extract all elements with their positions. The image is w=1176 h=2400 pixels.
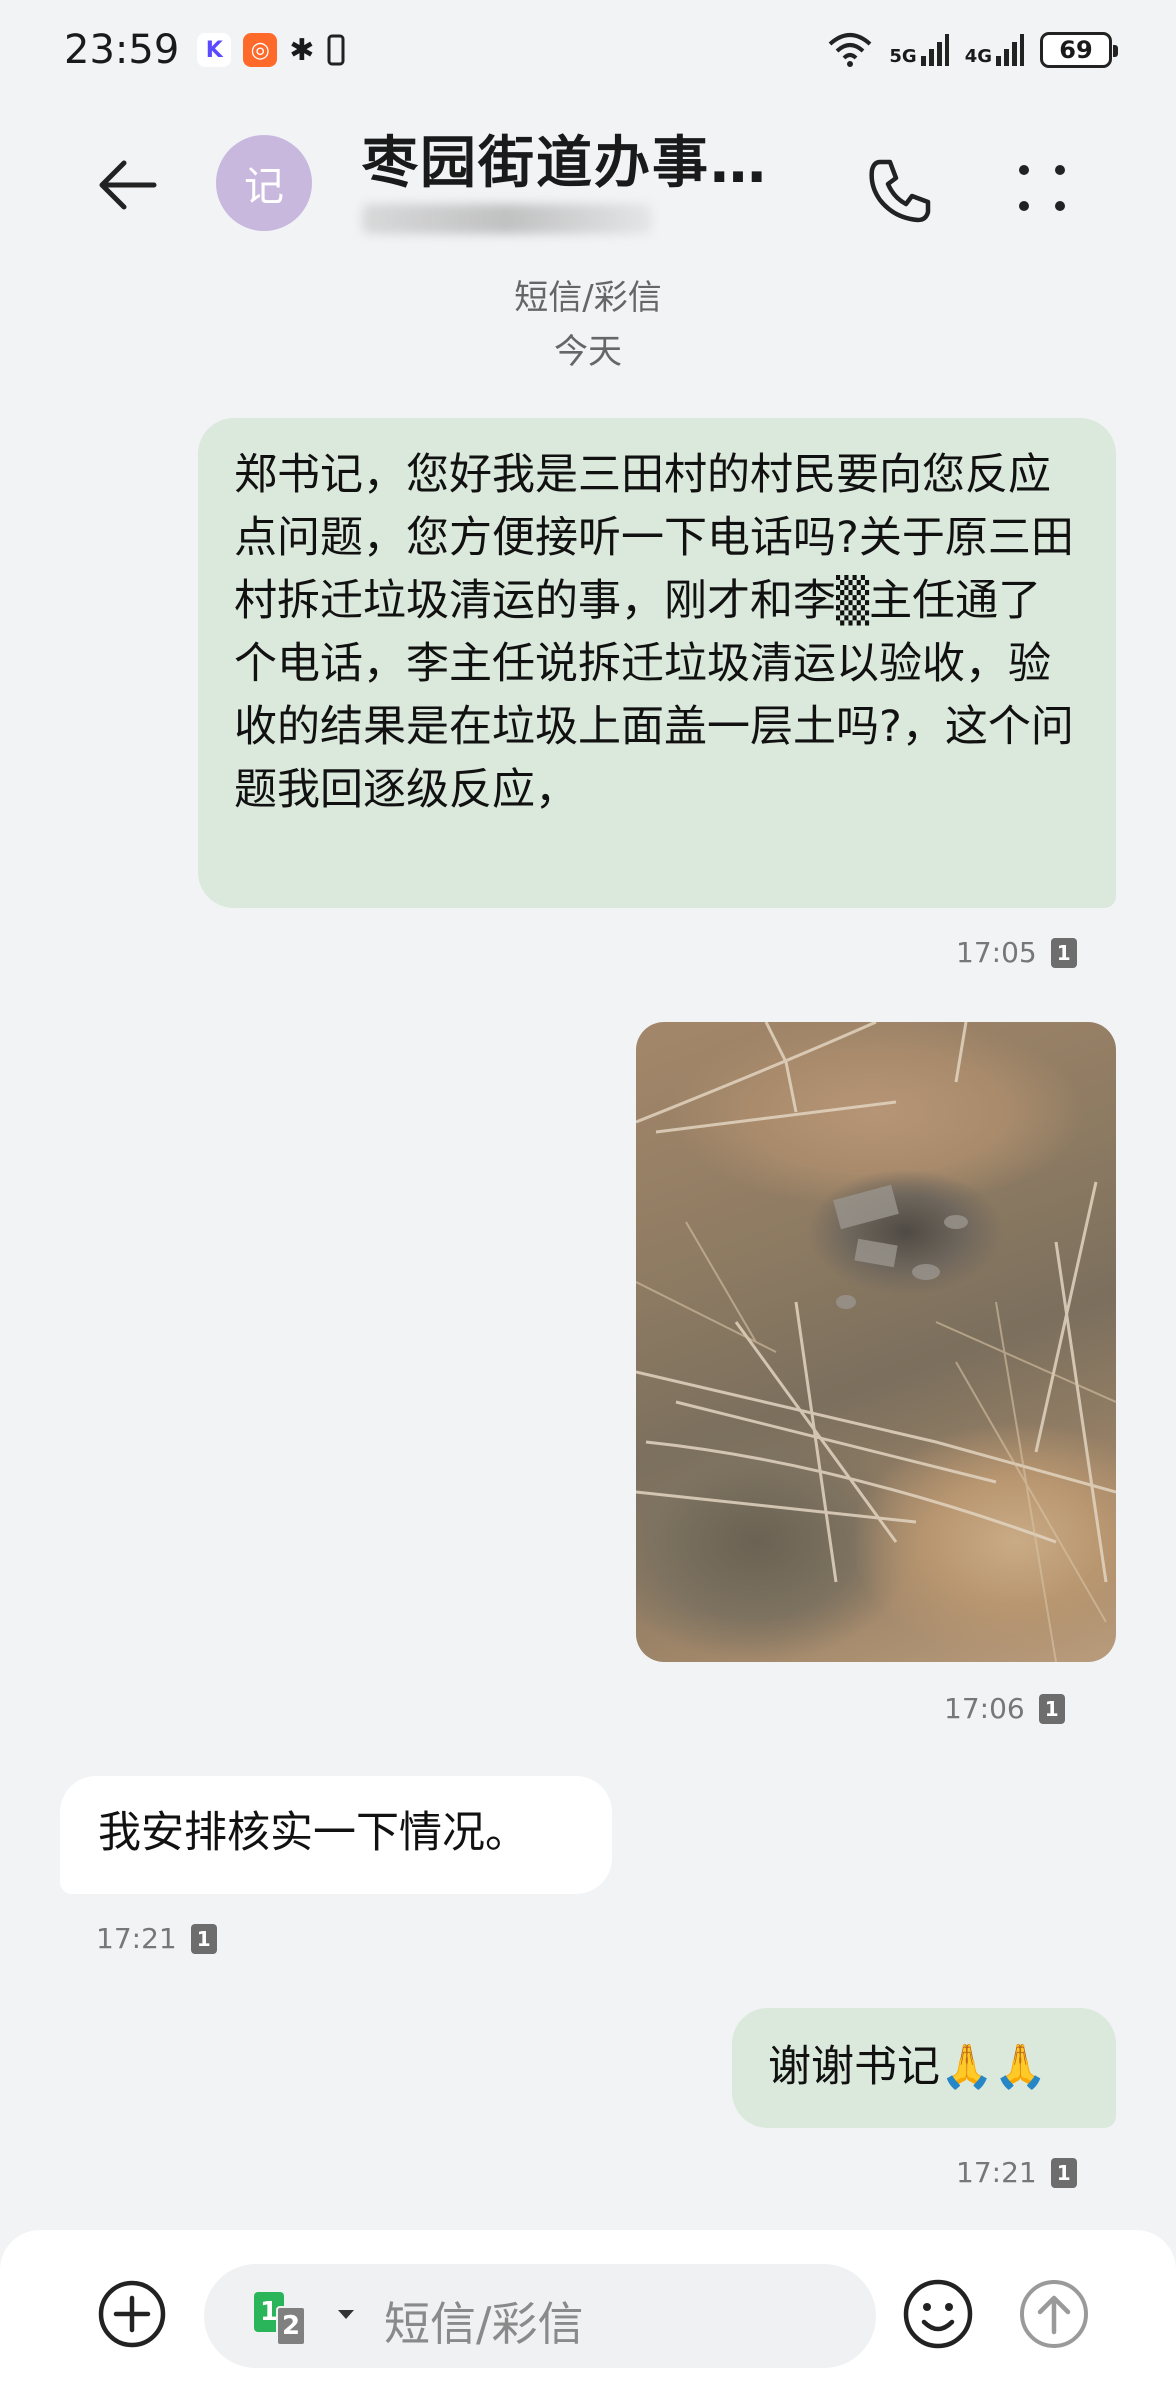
signal-bars-icon: [920, 34, 949, 66]
date-divider: 今天: [554, 332, 622, 372]
send-icon[interactable]: [1014, 2274, 1094, 2354]
input-placeholder: 短信/彩信: [384, 2297, 584, 2351]
app-k-icon: K: [197, 33, 232, 67]
dropdown-caret-icon: [338, 2310, 354, 2319]
message-text: 我安排核实一下情况。: [98, 1808, 528, 1858]
signal-bars-icon: [996, 34, 1024, 66]
timestamp-text: 17:06: [944, 1692, 1025, 1725]
battery-level: 69: [1059, 36, 1093, 64]
sim-card-icon: 1: [190, 1923, 217, 1954]
vibrate-icon: [327, 34, 345, 66]
message-text: 郑书记，您好我是三田村的村民要向您反应点问题，您方便接听一下电话吗?关于原三田村…: [234, 450, 1074, 815]
conversation-header: 记 枣园街道办事…: [0, 100, 1176, 260]
contact-name[interactable]: 枣园街道办事…: [362, 118, 768, 199]
signal-5g: 5G: [889, 34, 949, 67]
sim-card-icon: 1: [1038, 1693, 1065, 1724]
bluetooth-icon: ✱: [289, 32, 315, 68]
battery-indicator: 69: [1040, 32, 1118, 68]
sim-2-icon: 2: [276, 2306, 306, 2346]
message-timestamp: 17:06 1: [944, 1692, 1065, 1725]
avatar[interactable]: 记: [216, 135, 312, 231]
notification-icons: K ◎ ✱: [197, 33, 346, 68]
outgoing-message-bubble[interactable]: 谢谢书记🙏🙏: [732, 2008, 1116, 2128]
image-attachment[interactable]: [636, 1022, 1116, 1662]
sim-selector[interactable]: 1 2: [254, 2292, 364, 2346]
outgoing-message-bubble[interactable]: 郑书记，您好我是三田村的村民要向您反应点问题，您方便接听一下电话吗?关于原三田村…: [198, 418, 1116, 908]
message-text: 谢谢书记🙏🙏: [768, 2042, 1048, 2092]
sim-card-icon: 1: [1050, 937, 1077, 968]
timestamp-text: 17:21: [956, 2156, 1037, 2189]
emoji-icon[interactable]: [898, 2274, 978, 2354]
compose-bar: 1 2 短信/彩信: [0, 2230, 1176, 2400]
more-options-icon[interactable]: [1004, 150, 1084, 230]
back-arrow-icon[interactable]: [90, 145, 170, 225]
incoming-message-bubble[interactable]: 我安排核实一下情况。: [60, 1776, 612, 1894]
timestamp-text: 17:21: [96, 1922, 177, 1955]
status-bar: 23:59 K ◎ ✱ 5G 4G 69: [0, 0, 1176, 100]
message-input-field[interactable]: 1 2 短信/彩信: [204, 2264, 876, 2368]
message-timestamp: 17:05 1: [956, 936, 1077, 969]
network-4g-label: 4G: [964, 46, 992, 67]
phone-call-icon[interactable]: [860, 150, 940, 230]
message-timestamp: 17:21 1: [96, 1922, 217, 1955]
message-timestamp: 17:21 1: [956, 2156, 1077, 2189]
wifi-icon: [829, 33, 872, 67]
add-attachment-icon[interactable]: [94, 2276, 170, 2352]
timestamp-text: 17:05: [956, 936, 1037, 969]
app-orange-icon: ◎: [243, 33, 278, 67]
photo-content: [636, 1022, 1116, 1662]
network-5g-label: 5G: [889, 46, 917, 67]
avatar-initial: 记: [244, 164, 284, 210]
signal-4g: 4G: [965, 34, 1024, 66]
contact-number-redacted: [362, 204, 652, 234]
sim-card-icon: 1: [1050, 2157, 1077, 2188]
message-type-label: 短信/彩信: [514, 278, 662, 318]
status-time: 23:59: [64, 27, 180, 73]
